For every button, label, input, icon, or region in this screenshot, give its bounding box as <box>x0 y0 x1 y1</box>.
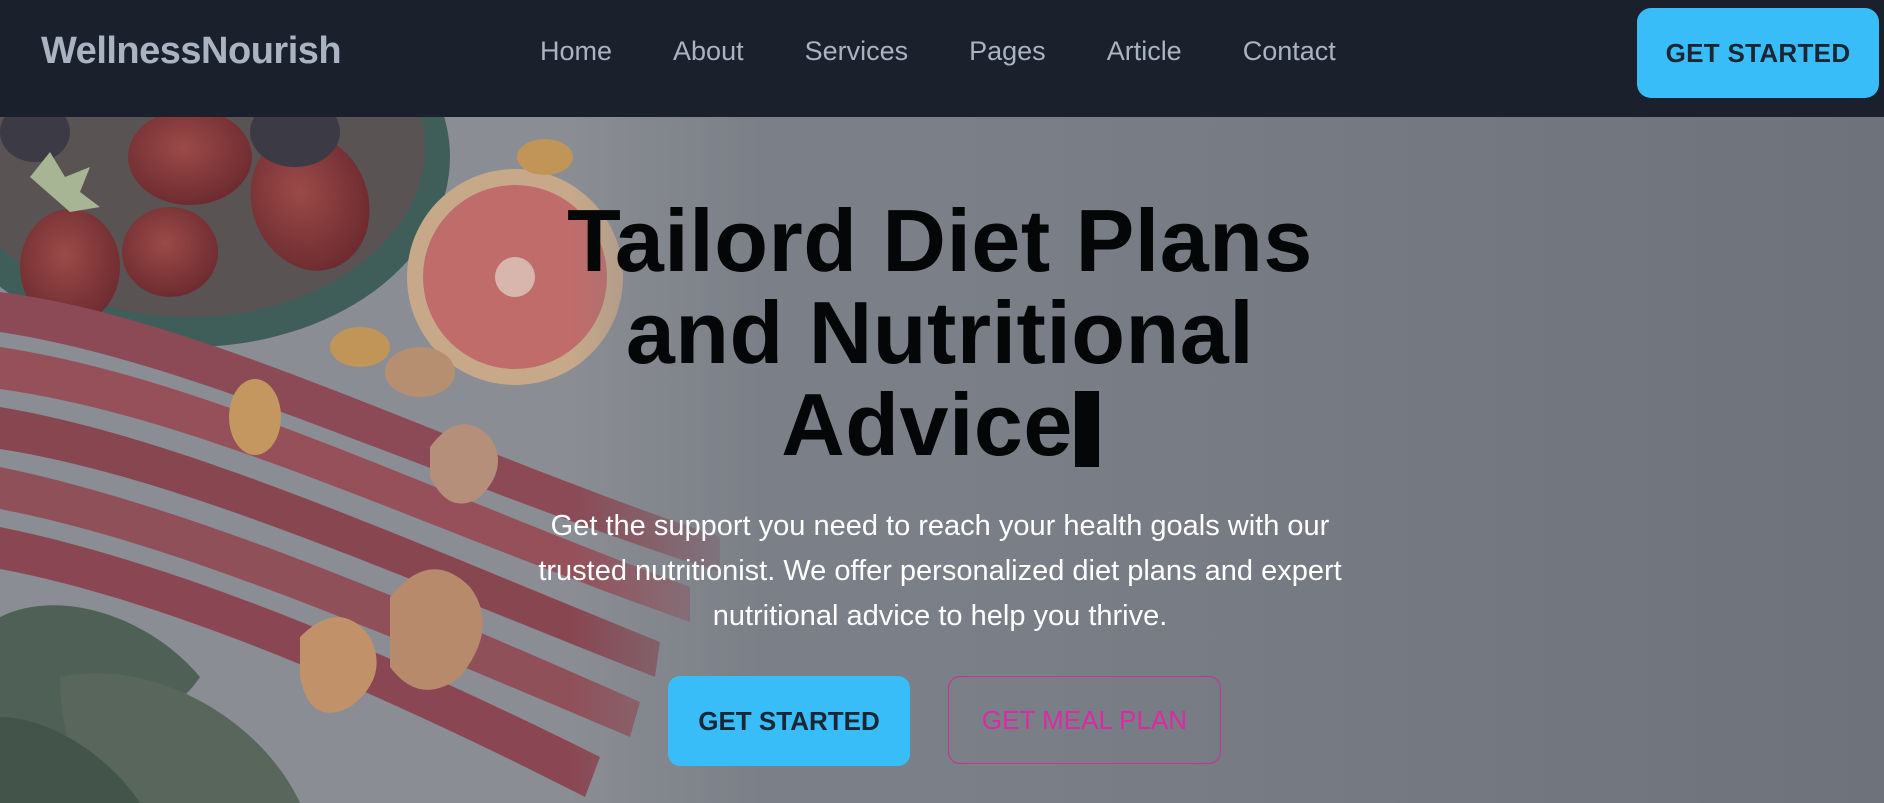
hero-title: Tailord Diet Plans and Nutritional Advic… <box>500 195 1380 471</box>
get-meal-plan-button[interactable]: GET MEAL PLAN <box>948 676 1221 764</box>
hero-title-text: Tailord Diet Plans and Nutritional Advic… <box>567 191 1313 474</box>
nav-link-pages[interactable]: Pages <box>969 36 1046 67</box>
hero-section: Tailord Diet Plans and Nutritional Advic… <box>0 117 1884 803</box>
header-get-started-button[interactable]: GET STARTED <box>1637 8 1879 98</box>
nav-link-home[interactable]: Home <box>540 36 612 67</box>
logo[interactable]: WellnessNourish <box>41 30 342 73</box>
hero-get-started-button[interactable]: GET STARTED <box>668 676 910 766</box>
text-cursor-icon <box>1074 391 1099 467</box>
nav-link-article[interactable]: Article <box>1107 36 1182 67</box>
nav-link-contact[interactable]: Contact <box>1243 36 1336 67</box>
navbar: WellnessNourish Home About Services Page… <box>0 0 1884 117</box>
nav-link-about[interactable]: About <box>673 36 744 67</box>
main-nav: Home About Services Pages Article Contac… <box>540 36 1397 67</box>
hero-subtitle: Get the support you need to reach your h… <box>538 510 1342 632</box>
hero-content: Tailord Diet Plans and Nutritional Advic… <box>0 117 1884 803</box>
nav-link-services[interactable]: Services <box>805 36 909 67</box>
